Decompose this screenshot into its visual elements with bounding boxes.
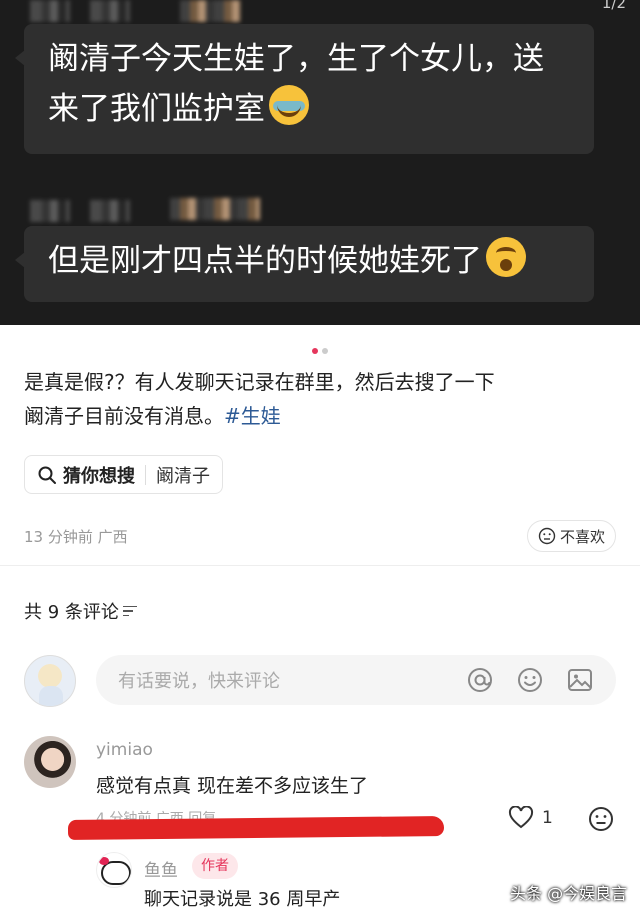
carousel-dot bbox=[322, 348, 328, 354]
blurred-name bbox=[90, 200, 130, 222]
crying-face-emoji-icon bbox=[269, 85, 309, 125]
hashtag-link[interactable]: #生娃 bbox=[224, 404, 281, 428]
post-text-line: 阚清子目前没有消息。 bbox=[24, 404, 224, 428]
comment-count-header[interactable]: 共 9 条评论 bbox=[24, 598, 137, 624]
post-text-line: 是真是假?？有人发聊天记录在群里，然后去搜了一下 bbox=[24, 370, 495, 394]
image-icon[interactable] bbox=[566, 666, 594, 694]
comment-avatar[interactable] bbox=[24, 736, 76, 788]
at-icon[interactable] bbox=[466, 666, 494, 694]
unhappy-face-icon[interactable] bbox=[588, 806, 614, 832]
blurred-name bbox=[180, 0, 240, 22]
blurred-name bbox=[30, 0, 70, 22]
chat-bubble: 阚清子今天生娃了，生了个女儿，送来了我们监护室 bbox=[15, 24, 594, 154]
image-page-indicator: 1/2 bbox=[601, 0, 626, 12]
shocked-face-emoji-icon bbox=[486, 237, 526, 277]
heart-icon bbox=[508, 806, 534, 829]
search-keyword: 阚清子 bbox=[156, 465, 210, 487]
reply-avatar[interactable] bbox=[96, 852, 132, 888]
red-marker-strike bbox=[67, 816, 445, 840]
carousel-dot-active bbox=[312, 348, 318, 354]
divider bbox=[145, 464, 146, 485]
sort-icon bbox=[122, 603, 137, 620]
carousel-dots bbox=[0, 339, 640, 358]
current-user-avatar bbox=[24, 655, 76, 707]
blurred-name bbox=[30, 200, 70, 222]
unhappy-face-icon bbox=[538, 527, 556, 545]
blurred-name bbox=[90, 0, 130, 22]
chat-bubble: 但是刚才四点半的时候她娃死了 bbox=[15, 226, 594, 302]
dislike-button[interactable]: 不喜欢 bbox=[526, 520, 616, 552]
post-image[interactable]: 1/2 阚清子今天生娃了，生了个女儿，送来了我们监护室 但是刚才四点半的时候她娃… bbox=[0, 0, 640, 325]
comment-username[interactable]: yimiao bbox=[96, 740, 153, 760]
comment-count-label: 共 9 条评论 bbox=[24, 602, 119, 623]
source-watermark: 头条 @今娱良言 bbox=[510, 884, 628, 903]
search-chip-label: 猜你想搜 bbox=[63, 465, 135, 487]
section-divider bbox=[0, 565, 640, 566]
post-body: 是真是假?？有人发聊天记录在群里，然后去搜了一下 阚清子目前没有消息。#生娃 bbox=[24, 365, 624, 433]
post-time-location: 13 分钟前 广西 bbox=[24, 528, 128, 546]
emoji-icon[interactable] bbox=[516, 666, 544, 694]
chat-message: 但是刚才四点半的时候她娃死了 bbox=[48, 243, 482, 279]
comment-text: 感觉有点真 现在差不多应该生了 bbox=[96, 775, 369, 797]
blurred-name bbox=[170, 198, 260, 220]
dislike-label: 不喜欢 bbox=[559, 527, 605, 546]
like-count: 1 bbox=[542, 808, 553, 828]
comment-input-placeholder: 有话要说，快来评论 bbox=[118, 671, 280, 692]
comment-input[interactable]: 有话要说，快来评论 bbox=[96, 655, 616, 705]
suggested-search-chip[interactable]: 猜你想搜 阚清子 bbox=[24, 455, 223, 494]
like-button[interactable]: 1 bbox=[508, 806, 553, 830]
search-icon bbox=[38, 466, 56, 484]
author-badge: 作者 bbox=[192, 853, 238, 879]
reply-text: 聊天记录说是 36 周早产 bbox=[144, 889, 341, 910]
reply-username[interactable]: 鱼鱼 bbox=[144, 856, 178, 881]
